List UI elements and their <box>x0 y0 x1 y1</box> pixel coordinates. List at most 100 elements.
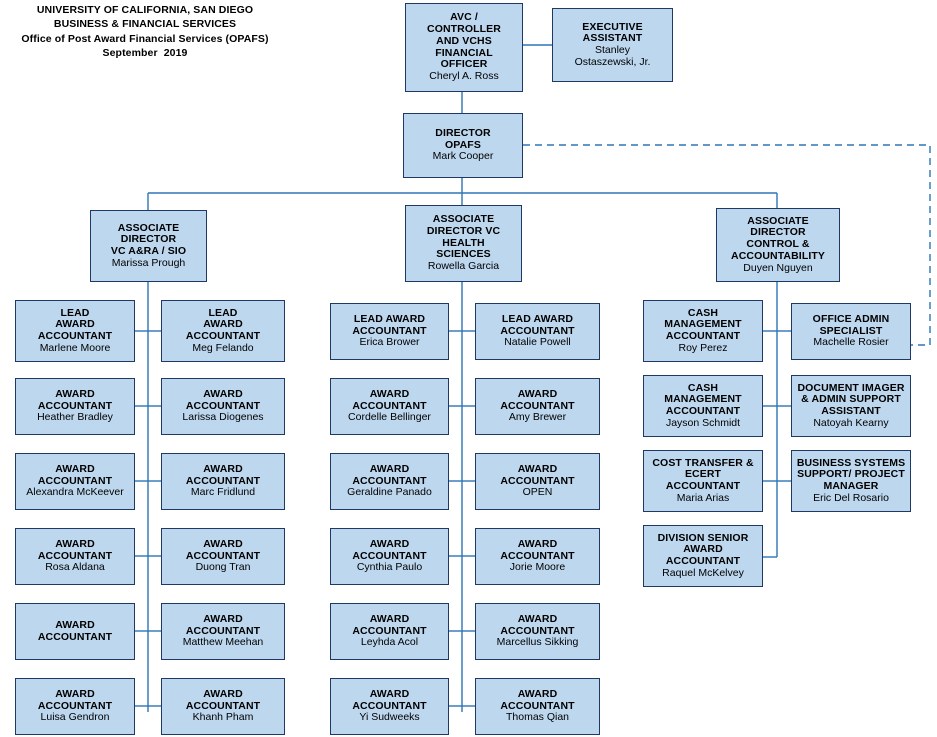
node-name: Cheryl A. Ross <box>429 70 499 82</box>
node-c1r2[interactable]: AWARD ACCOUNTANT Heather Bradley <box>15 378 135 435</box>
node-c1r5[interactable]: AWARD ACCOUNTANT <box>15 603 135 660</box>
node-c4r5[interactable]: AWARD ACCOUNTANT Marcellus Sikking <box>475 603 600 660</box>
node-name: Heather Bradley <box>37 411 113 424</box>
node-c6r2[interactable]: DOCUMENT IMAGER & ADMIN SUPPORT ASSISTAN… <box>791 375 911 437</box>
node-title: OFFICE ADMIN SPECIALIST <box>812 312 890 337</box>
node-name: Natalie Powell <box>504 336 571 349</box>
node-c6r1[interactable]: OFFICE ADMIN SPECIALIST Machelle Rosier <box>791 303 911 360</box>
node-title: AWARD ACCOUNTANT <box>500 387 575 412</box>
node-title: LEAD AWARD ACCOUNTANT <box>352 312 427 337</box>
node-name: Thomas Qian <box>505 711 570 724</box>
node-title: ASSOCIATE DIRECTOR VC HEALTH SCIENCES <box>426 213 501 261</box>
node-title: AWARD ACCOUNTANT <box>37 618 113 643</box>
title-line-4: September 2019 <box>102 47 188 60</box>
node-c1r1[interactable]: LEAD AWARD ACCOUNTANT Marlene Moore <box>15 300 135 362</box>
node-c3r4[interactable]: AWARD ACCOUNTANT Cynthia Paulo <box>330 528 449 585</box>
node-name: Jayson Schmidt <box>665 416 741 429</box>
node-c6r3[interactable]: BUSINESS SYSTEMS SUPPORT/ PROJECT MANAGE… <box>791 450 911 512</box>
node-title: CASH MANAGEMENT ACCOUNTANT <box>664 306 742 342</box>
node-title: AVC / CONTROLLER AND VCHS FINANCIAL OFFI… <box>427 11 501 71</box>
node-name: Duong Tran <box>195 561 251 574</box>
node-title: AWARD ACCOUNTANT <box>37 537 113 562</box>
node-title: COST TRANSFER & ECERT ACCOUNTANT <box>652 456 754 492</box>
node-name: Natoyah Kearny <box>813 416 889 429</box>
node-title: AWARD ACCOUNTANT <box>352 612 427 637</box>
node-name: Rowella Garcia <box>427 260 500 273</box>
node-c4r4[interactable]: AWARD ACCOUNTANT Jorie Moore <box>475 528 600 585</box>
node-c2r4[interactable]: AWARD ACCOUNTANT Duong Tran <box>161 528 285 585</box>
node-name: Meg Felando <box>192 341 254 354</box>
node-name: Marlene Moore <box>39 341 111 354</box>
title-line-3: Office of Post Award Financial Services … <box>21 32 269 45</box>
node-title: AWARD ACCOUNTANT <box>500 612 575 637</box>
node-c3r2[interactable]: AWARD ACCOUNTANT Cordelle Bellinger <box>330 378 449 435</box>
node-c3r5[interactable]: AWARD ACCOUNTANT Leyhda Acol <box>330 603 449 660</box>
node-title: AWARD ACCOUNTANT <box>37 462 113 487</box>
node-name: Stanley Ostaszewski, Jr. <box>574 44 651 68</box>
title-line-1: UNIVERSITY OF CALIFORNIA, SAN DIEGO <box>36 4 254 16</box>
node-title: AWARD ACCOUNTANT <box>352 537 427 562</box>
node-title: DIVISION SENIOR AWARD ACCOUNTANT <box>657 531 749 567</box>
node-name: Mark Cooper <box>432 150 494 163</box>
node-c5r4[interactable]: DIVISION SENIOR AWARD ACCOUNTANT Raquel … <box>643 525 763 587</box>
node-title: AWARD ACCOUNTANT <box>185 387 261 412</box>
node-c5r1[interactable]: CASH MANAGEMENT ACCOUNTANT Roy Perez <box>643 300 763 362</box>
node-c1r3[interactable]: AWARD ACCOUNTANT Alexandra McKeever <box>15 453 135 510</box>
node-title: AWARD ACCOUNTANT <box>500 687 575 712</box>
node-title: AWARD ACCOUNTANT <box>37 387 113 412</box>
node-executive-assistant[interactable]: EXECUTIVE ASSISTANT Stanley Ostaszewski,… <box>552 8 673 82</box>
node-title: AWARD ACCOUNTANT <box>352 387 427 412</box>
node-name: Marc Fridlund <box>190 486 256 499</box>
node-associate-director-control[interactable]: ASSOCIATE DIRECTOR CONTROL & ACCOUNTABIL… <box>716 208 840 282</box>
node-name: Erica Brower <box>359 336 420 349</box>
node-title: AWARD ACCOUNTANT <box>37 687 113 712</box>
node-c3r6[interactable]: AWARD ACCOUNTANT Yi Sudweeks <box>330 678 449 735</box>
node-name: Marcellus Sikking <box>496 636 579 649</box>
node-associate-director-vcara[interactable]: ASSOCIATE DIRECTOR VC A&RA / SIO Marissa… <box>90 210 207 282</box>
node-title: AWARD ACCOUNTANT <box>500 462 575 487</box>
node-c4r2[interactable]: AWARD ACCOUNTANT Amy Brewer <box>475 378 600 435</box>
node-title: AWARD ACCOUNTANT <box>185 537 261 562</box>
node-c2r2[interactable]: AWARD ACCOUNTANT Larissa Diogenes <box>161 378 285 435</box>
node-c1r6[interactable]: AWARD ACCOUNTANT Luisa Gendron <box>15 678 135 735</box>
node-title: DOCUMENT IMAGER & ADMIN SUPPORT ASSISTAN… <box>797 381 905 417</box>
node-title: AWARD ACCOUNTANT <box>185 462 261 487</box>
node-c4r6[interactable]: AWARD ACCOUNTANT Thomas Qian <box>475 678 600 735</box>
node-title: AWARD ACCOUNTANT <box>500 537 575 562</box>
node-title: LEAD AWARD ACCOUNTANT <box>185 306 261 342</box>
node-name: Cynthia Paulo <box>356 561 423 574</box>
node-c5r2[interactable]: CASH MANAGEMENT ACCOUNTANT Jayson Schmid… <box>643 375 763 437</box>
node-c2r5[interactable]: AWARD ACCOUNTANT Matthew Meehan <box>161 603 285 660</box>
connector-lines <box>135 44 931 712</box>
node-c2r1[interactable]: LEAD AWARD ACCOUNTANT Meg Felando <box>161 300 285 362</box>
node-name: Cordelle Bellinger <box>348 411 431 424</box>
node-name: Maria Arias <box>676 491 730 504</box>
node-c5r3[interactable]: COST TRANSFER & ECERT ACCOUNTANT Maria A… <box>643 450 763 512</box>
node-title: LEAD AWARD ACCOUNTANT <box>37 306 113 342</box>
node-name: Raquel McKelvey <box>662 566 744 579</box>
node-name: Rosa Aldana <box>45 561 105 574</box>
node-name: Duyen Nguyen <box>743 261 813 274</box>
org-chart: UNIVERSITY OF CALIFORNIA, SAN DIEGO BUSI… <box>0 0 937 737</box>
node-title: DIRECTOR OPAFS <box>435 126 491 151</box>
node-c1r4[interactable]: AWARD ACCOUNTANT Rosa Aldana <box>15 528 135 585</box>
node-name: Amy Brewer <box>508 411 567 424</box>
node-name: Jorie Moore <box>509 561 566 574</box>
node-c4r1[interactable]: LEAD AWARD ACCOUNTANT Natalie Powell <box>475 303 600 360</box>
node-c4r3[interactable]: AWARD ACCOUNTANT OPEN <box>475 453 600 510</box>
node-title: ASSOCIATE DIRECTOR VC A&RA / SIO <box>110 221 187 257</box>
node-c2r6[interactable]: AWARD ACCOUNTANT Khanh Pham <box>161 678 285 735</box>
node-c3r1[interactable]: LEAD AWARD ACCOUNTANT Erica Brower <box>330 303 449 360</box>
node-title: AWARD ACCOUNTANT <box>352 687 427 712</box>
node-title: EXECUTIVE ASSISTANT <box>582 20 643 45</box>
node-director-opafs[interactable]: DIRECTOR OPAFS Mark Cooper <box>403 113 523 178</box>
node-avc[interactable]: AVC / CONTROLLER AND VCHS FINANCIAL OFFI… <box>405 3 523 92</box>
node-name: Alexandra McKeever <box>26 486 124 499</box>
node-associate-director-vchs[interactable]: ASSOCIATE DIRECTOR VC HEALTH SCIENCES Ro… <box>405 205 522 282</box>
node-name: Eric Del Rosario <box>813 491 889 504</box>
node-title: AWARD ACCOUNTANT <box>185 687 261 712</box>
page-title: UNIVERSITY OF CALIFORNIA, SAN DIEGO BUSI… <box>0 3 290 61</box>
node-c3r3[interactable]: AWARD ACCOUNTANT Geraldine Panado <box>330 453 449 510</box>
node-title: AWARD ACCOUNTANT <box>185 612 261 637</box>
node-c2r3[interactable]: AWARD ACCOUNTANT Marc Fridlund <box>161 453 285 510</box>
